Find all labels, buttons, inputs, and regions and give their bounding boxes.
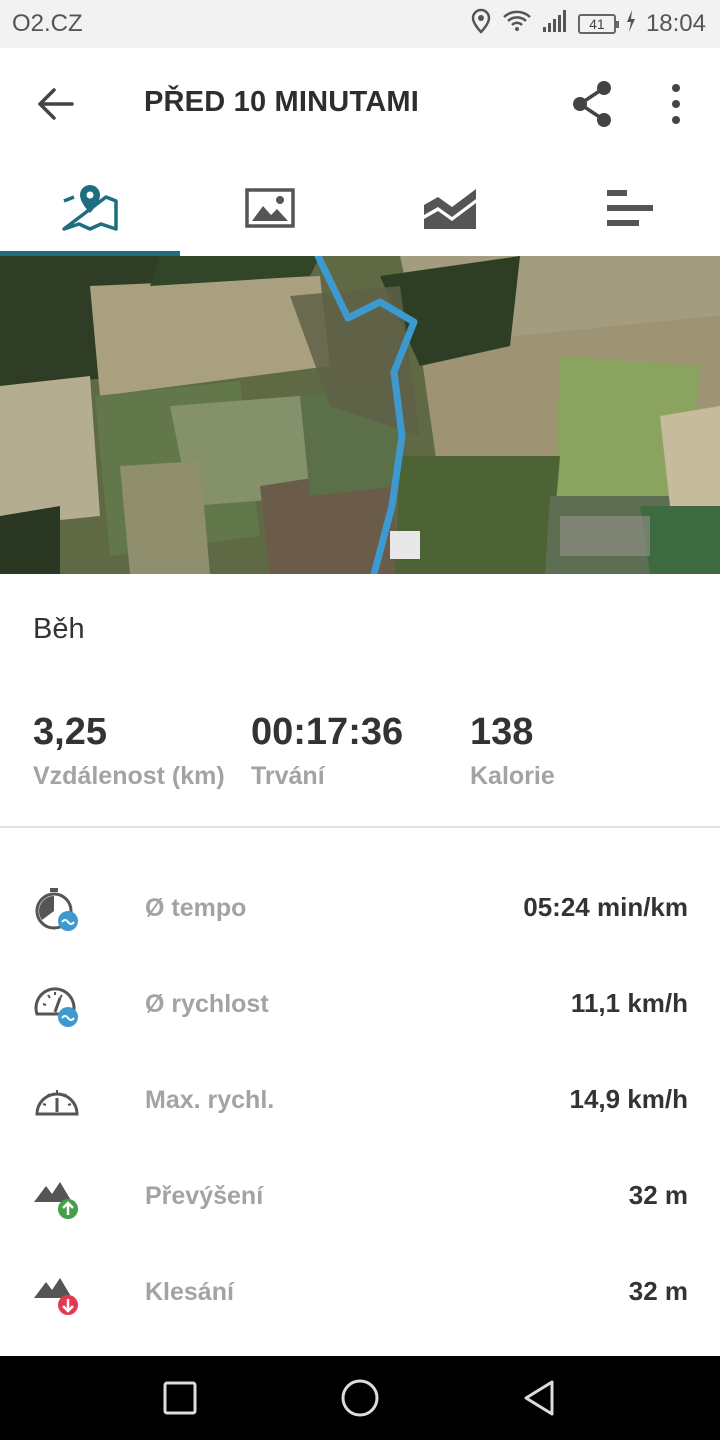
elevation-up-icon xyxy=(34,1182,78,1219)
location-icon xyxy=(470,8,492,41)
speedometer-icon xyxy=(35,1090,79,1116)
page-title: PŘED 10 MINUTAMI xyxy=(144,86,419,118)
app-bar: PŘED 10 MINUTAMI xyxy=(0,48,720,160)
charging-icon xyxy=(626,9,636,39)
calories-label: Kalorie xyxy=(470,762,555,790)
calories-summary: 138 Kalorie xyxy=(470,706,555,794)
distance-label: Vzdálenost (km) xyxy=(33,762,225,790)
stat-label-ascent: Převýšení xyxy=(145,1182,264,1210)
more-options-button[interactable] xyxy=(656,80,696,128)
stat-value-descent: 32 m xyxy=(628,1276,688,1306)
back-button[interactable] xyxy=(30,78,82,130)
bars-icon xyxy=(607,190,653,226)
home-button[interactable] xyxy=(338,1376,382,1420)
stat-row-max-speed: Max. rychl. 14,9 km/h xyxy=(0,1054,720,1150)
clock: 18:04 xyxy=(645,10,706,37)
tab-photos[interactable] xyxy=(180,160,360,256)
stat-row-descent: Klesání 32 m xyxy=(0,1246,720,1342)
duration-label: Trvání xyxy=(251,762,325,790)
tab-details[interactable] xyxy=(540,160,720,256)
image-icon xyxy=(245,188,295,228)
stat-row-ascent: Převýšení 32 m xyxy=(0,1150,720,1246)
stat-row-pace: Ø tempo 05:24 min/km xyxy=(0,862,720,958)
stat-label-max-speed: Max. rychl. xyxy=(145,1086,275,1114)
recents-square-icon xyxy=(163,1381,197,1415)
speedometer-avg-icon xyxy=(34,987,78,1027)
back-triangle-icon xyxy=(524,1380,554,1416)
signal-icon xyxy=(542,9,568,40)
status-icons: 41 18:04 xyxy=(470,8,706,41)
tab-bar xyxy=(0,160,720,256)
activity-type: Běh xyxy=(33,613,85,645)
recents-button[interactable] xyxy=(158,1376,202,1420)
stopwatch-avg-icon xyxy=(35,888,78,931)
summary-stats: 3,25 Vzdálenost (km) 00:17:36 Trvání 138… xyxy=(0,706,720,806)
stat-label-descent: Klesání xyxy=(145,1278,234,1306)
stat-row-avg-speed: Ø rychlost 11,1 km/h xyxy=(0,958,720,1054)
tab-chart[interactable] xyxy=(360,160,540,256)
area-chart-icon xyxy=(424,189,476,229)
calories-value: 138 xyxy=(470,711,534,753)
wifi-icon xyxy=(502,9,532,40)
elevation-down-icon xyxy=(34,1278,78,1315)
duration-value: 00:17:36 xyxy=(251,711,404,753)
carrier-name: O2.CZ xyxy=(12,10,83,37)
distance-value: 3,25 xyxy=(33,711,107,753)
tab-map[interactable] xyxy=(0,160,180,256)
stat-value-ascent: 32 m xyxy=(628,1180,688,1210)
stats-list: Ø tempo 05:24 min/km Ø rychlost 11,1 km/… xyxy=(0,862,720,1342)
share-icon xyxy=(573,81,611,127)
home-circle-icon xyxy=(341,1379,379,1417)
share-button[interactable] xyxy=(566,76,618,132)
stat-value-avg-speed: 11,1 km/h xyxy=(570,988,688,1018)
status-bar: O2.CZ 41 18:04 xyxy=(0,0,720,48)
system-nav-bar xyxy=(0,1356,720,1440)
stat-label-avg-speed: Ø rychlost xyxy=(145,990,269,1018)
route-map[interactable] xyxy=(0,256,720,574)
back-arrow-icon xyxy=(38,88,74,120)
duration-summary: 00:17:36 Trvání xyxy=(251,706,403,794)
stat-value-max-speed: 14,9 km/h xyxy=(569,1084,688,1114)
divider xyxy=(0,826,720,828)
satellite-map xyxy=(0,256,720,574)
stat-label-pace: Ø tempo xyxy=(145,894,247,922)
battery-icon: 41 xyxy=(577,14,619,34)
back-nav-button[interactable] xyxy=(518,1376,562,1420)
stat-value-pace: 05:24 min/km xyxy=(523,892,688,922)
distance-summary: 3,25 Vzdálenost (km) xyxy=(33,706,225,794)
map-pin-icon xyxy=(62,185,118,231)
more-vert-icon xyxy=(672,84,680,124)
